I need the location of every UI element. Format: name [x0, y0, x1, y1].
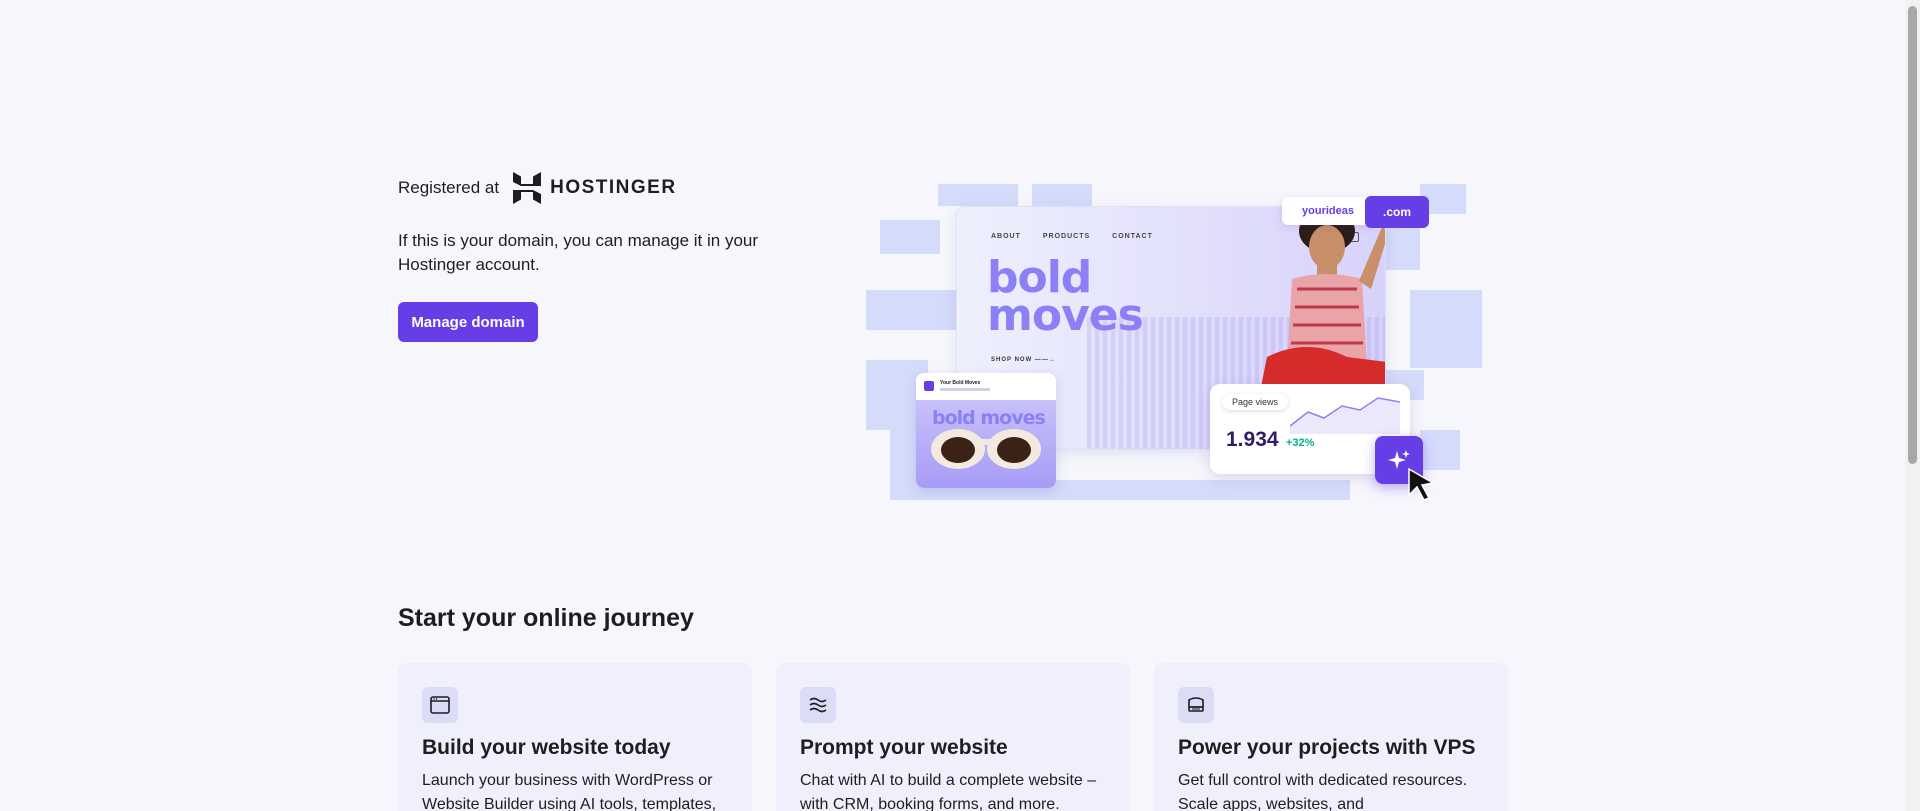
- hostinger-logo-icon: [513, 172, 542, 204]
- card-build-website[interactable]: Build your website today Launch your bus…: [398, 663, 752, 811]
- mouse-cursor-icon: [1408, 467, 1436, 501]
- card-description: Launch your business with WordPress or W…: [422, 772, 717, 811]
- sunglasses-image: [931, 429, 1041, 469]
- domain-name-pill: yourideas: [1282, 197, 1374, 225]
- page-views-change: +32%: [1286, 437, 1315, 449]
- card-description: Chat with AI to build a complete website…: [800, 772, 1097, 811]
- page-views-sparkline: [1290, 397, 1400, 434]
- mockup-nav-about: ABOUT: [991, 233, 1021, 240]
- registered-label: Registered at: [398, 178, 500, 197]
- mockup-headline: bold moves: [987, 256, 1144, 341]
- mockup-nav-contact: CONTACT: [1112, 233, 1153, 240]
- page-views-value: 1.934: [1226, 428, 1279, 451]
- page-views-label: Page views: [1222, 394, 1289, 410]
- scrollbar-thumb[interactable]: [1908, 6, 1917, 464]
- domain-tld-pill: .com: [1365, 196, 1429, 228]
- card-prompt-website[interactable]: Prompt your website Chat with AI to buil…: [776, 663, 1130, 811]
- mockup-nav-products: PRODUCTS: [1042, 233, 1091, 240]
- manage-domain-button[interactable]: Manage domain: [398, 302, 538, 342]
- mockup-headline-line2: moves: [987, 290, 1144, 341]
- social-post-header: Your Bold Moves: [924, 380, 990, 391]
- page: Registered at HOSTINGER If this is your …: [0, 0, 1905, 811]
- social-post-title: Your Bold Moves: [940, 380, 981, 386]
- section-title: Start your online journey: [398, 604, 694, 632]
- card-title: Prompt your website: [800, 736, 1008, 759]
- hero-illustration: ABOUT PRODUCTS CONTACT bold moves SHOP N…: [866, 180, 1482, 525]
- mockup-nav: ABOUT PRODUCTS CONTACT: [991, 233, 1153, 240]
- page-scrollbar[interactable]: [1905, 0, 1920, 811]
- card-vps[interactable]: Power your projects with VPS Get full co…: [1154, 663, 1508, 811]
- hostinger-logo[interactable]: HOSTINGER: [513, 172, 676, 204]
- card-description: Get full control with dedicated resource…: [1178, 772, 1468, 811]
- card-title: Power your projects with VPS: [1178, 736, 1476, 759]
- card-title: Build your website today: [422, 736, 671, 759]
- browser-window-icon: [422, 687, 458, 723]
- registered-at: Registered at HOSTINGER: [398, 172, 677, 204]
- avatar: [924, 380, 934, 391]
- hero-description: If this is your domain, you can manage i…: [398, 231, 759, 274]
- mockup-shop-now-label: SHOP NOW: [991, 357, 1033, 363]
- mockup-shop-now: SHOP NOW ——→: [991, 357, 1056, 363]
- server-icon: [1178, 687, 1214, 723]
- hostinger-wordmark: HOSTINGER: [550, 177, 677, 198]
- ai-waves-icon: [800, 687, 836, 723]
- social-post-card: Your Bold Moves bold moves: [916, 373, 1056, 488]
